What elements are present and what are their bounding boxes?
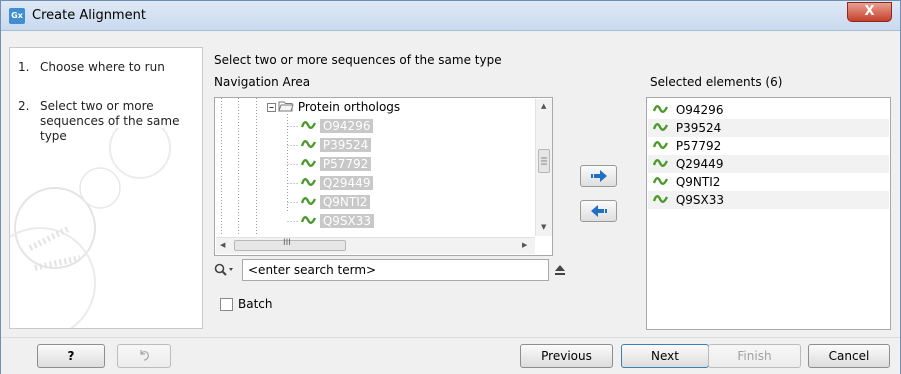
selected-item-label: P39524 bbox=[675, 121, 722, 135]
search-input[interactable] bbox=[242, 259, 549, 281]
search-icon[interactable] bbox=[214, 263, 238, 281]
navigation-tree[interactable]: Protein orthologs O94296 P39524 P57792 Q… bbox=[214, 97, 553, 256]
protein-sequence-icon bbox=[653, 177, 668, 185]
tree-item-label: O94296 bbox=[319, 119, 374, 133]
create-alignment-dialog: Gx Create Alignment X 1. Choose where to… bbox=[0, 0, 901, 374]
grip-icon bbox=[541, 157, 547, 165]
wizard-steps-panel: 1. Choose where to run 2. Select two or … bbox=[9, 47, 203, 329]
next-button[interactable]: Next bbox=[621, 344, 709, 368]
previous-button[interactable]: Previous bbox=[520, 344, 613, 368]
protein-sequence-icon bbox=[301, 178, 316, 186]
open-folder-icon bbox=[278, 101, 294, 112]
scroll-up-arrow-icon[interactable]: ▲ bbox=[541, 102, 546, 110]
tree-item[interactable]: Q9SX33 bbox=[301, 212, 375, 231]
reset-button[interactable] bbox=[117, 344, 171, 368]
protein-sequence-icon bbox=[653, 195, 668, 203]
protein-sequence-icon bbox=[301, 197, 316, 205]
finish-button[interactable]: Finish bbox=[708, 344, 801, 368]
batch-label: Batch bbox=[238, 297, 273, 311]
tree-folder-protein-orthologs[interactable]: Protein orthologs bbox=[278, 98, 400, 117]
tree-item[interactable]: Q9NTI2 bbox=[301, 193, 371, 212]
remove-selected-button[interactable] bbox=[580, 200, 617, 222]
selected-item-label: P57792 bbox=[675, 139, 722, 153]
selected-item[interactable]: P39524 bbox=[648, 119, 889, 137]
grip-icon: III bbox=[283, 238, 291, 248]
selected-item[interactable]: Q29449 bbox=[648, 155, 889, 173]
cancel-button[interactable]: Cancel bbox=[808, 344, 890, 368]
protein-sequence-icon bbox=[301, 216, 316, 224]
tree-item-label: Q9NTI2 bbox=[319, 195, 371, 209]
selected-item[interactable]: P57792 bbox=[648, 137, 889, 155]
protein-sequence-icon bbox=[653, 159, 668, 167]
reset-icon bbox=[140, 350, 149, 361]
close-button[interactable]: X bbox=[847, 2, 892, 22]
tree-item-label: Q29449 bbox=[319, 176, 374, 190]
selected-item-label: O94296 bbox=[675, 103, 724, 117]
scroll-down-arrow-icon[interactable]: ▼ bbox=[541, 223, 546, 231]
selected-item-label: Q29449 bbox=[675, 157, 724, 171]
batch-checkbox[interactable] bbox=[220, 298, 233, 311]
protein-sequence-icon bbox=[653, 105, 668, 113]
tree-item-label: P57792 bbox=[319, 157, 372, 171]
selected-item[interactable]: Q9NTI2 bbox=[648, 173, 889, 191]
arrow-left-icon bbox=[591, 205, 607, 217]
tree-guide-lines bbox=[221, 98, 299, 236]
selected-item[interactable]: O94296 bbox=[648, 101, 889, 119]
horizontal-scrollbar[interactable]: ◀ III ▶ bbox=[216, 237, 535, 254]
selected-elements-label: Selected elements (6) bbox=[650, 75, 783, 89]
selected-item[interactable]: Q9SX33 bbox=[648, 191, 889, 209]
protein-sequence-icon bbox=[301, 159, 316, 167]
selected-item-label: Q9NTI2 bbox=[675, 175, 721, 189]
step-label: Choose where to run bbox=[40, 60, 165, 74]
tree-item[interactable]: P57792 bbox=[301, 155, 372, 174]
scroll-left-arrow-icon[interactable]: ◀ bbox=[220, 241, 225, 249]
vertical-scroll-thumb[interactable] bbox=[538, 149, 550, 173]
protein-sequence-icon bbox=[653, 141, 668, 149]
selected-item-label: Q9SX33 bbox=[675, 193, 725, 207]
help-button[interactable]: ? bbox=[37, 344, 105, 368]
tree-item[interactable]: P39524 bbox=[301, 136, 372, 155]
tree-item[interactable]: O94296 bbox=[301, 117, 374, 136]
tree-item[interactable]: Q29449 bbox=[301, 174, 374, 193]
arrow-right-icon bbox=[591, 170, 607, 182]
add-selected-button[interactable] bbox=[580, 165, 617, 187]
tree-folder-label: Protein orthologs bbox=[297, 100, 401, 114]
protein-sequence-icon bbox=[301, 121, 316, 129]
scroll-right-arrow-icon[interactable]: ▶ bbox=[522, 241, 527, 249]
window-title: Create Alignment bbox=[32, 8, 146, 23]
horizontal-scroll-thumb[interactable]: III bbox=[234, 238, 346, 251]
title-bar: Gx Create Alignment X bbox=[1, 1, 900, 31]
tree-item-label: Q9SX33 bbox=[319, 214, 375, 228]
step-number: 2. bbox=[18, 99, 30, 113]
instruction-text: Select two or more sequences of the same… bbox=[214, 53, 502, 67]
dialog-footer: ? Previous Next Finish Cancel bbox=[1, 337, 900, 374]
protein-sequence-icon bbox=[653, 123, 668, 131]
vertical-scrollbar[interactable]: ▲ ▼ bbox=[535, 99, 552, 236]
protein-sequence-icon bbox=[301, 140, 316, 148]
watermark-decoration bbox=[10, 128, 171, 328]
navigation-area-label: Navigation Area bbox=[214, 75, 311, 89]
step-number: 1. bbox=[18, 60, 30, 74]
selected-elements-list[interactable]: O94296 P39524 P57792 Q29449 Q9NTI2 Q9SX3… bbox=[646, 97, 891, 330]
eject-icon[interactable] bbox=[554, 264, 566, 276]
app-icon: Gx bbox=[9, 8, 25, 24]
tree-item-label: P39524 bbox=[319, 138, 372, 152]
